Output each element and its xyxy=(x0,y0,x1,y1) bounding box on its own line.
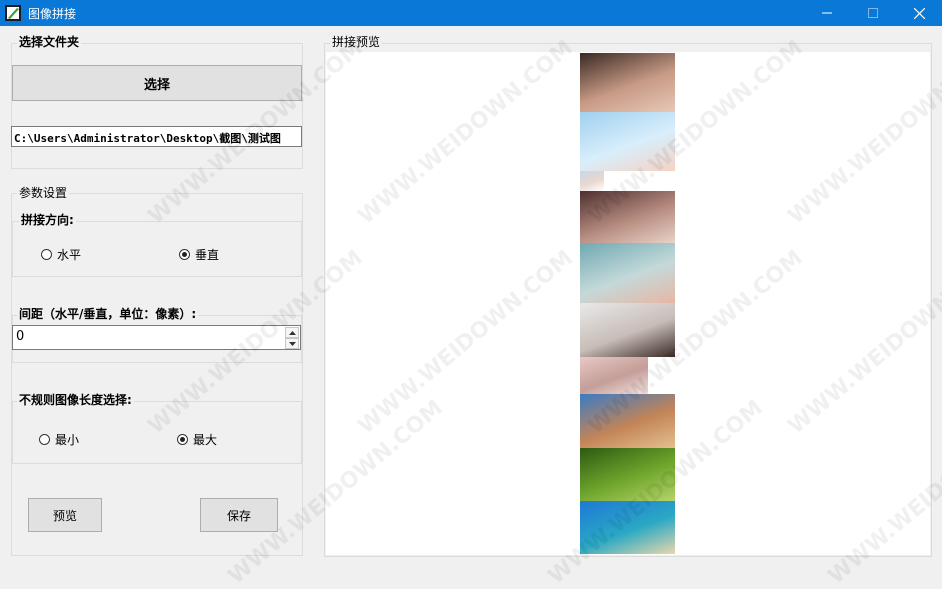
radio-max-circle xyxy=(177,434,188,445)
params-group-label: 参数设置 xyxy=(17,186,70,200)
spacing-label: 间距（水平/垂直，单位：像素）: xyxy=(17,307,199,321)
spacing-value: 0 xyxy=(16,329,25,344)
close-icon xyxy=(913,7,925,19)
spin-up-button[interactable] xyxy=(285,327,299,338)
radio-max-label: 最大 xyxy=(193,433,218,447)
radio-vertical-circle xyxy=(179,249,190,260)
preview-image-desert-rock xyxy=(580,394,675,448)
radio-min-label: 最小 xyxy=(55,433,80,447)
direction-label: 拼接方向: xyxy=(19,213,76,227)
preview-image-girl-pink-bg xyxy=(580,357,648,394)
radio-vertical[interactable]: 垂直 xyxy=(179,246,219,263)
spin-down-button[interactable] xyxy=(285,338,299,349)
radio-vertical-label: 垂直 xyxy=(195,248,220,262)
preview-image-girl-lying-sofa xyxy=(580,191,675,243)
preview-image-portrait-girl-hand xyxy=(580,53,675,112)
folder-path-field[interactable]: C:\Users\Administrator\Desktop\截图\测试图 xyxy=(11,126,302,147)
title-bar: 图像拼接 xyxy=(0,0,942,26)
preview-image-girl-pool xyxy=(580,243,675,303)
preview-canvas xyxy=(326,52,930,555)
preview-button[interactable]: 预览 xyxy=(28,498,102,532)
preview-image-green-forest xyxy=(580,448,675,501)
maximize-button[interactable] xyxy=(850,0,896,26)
spacing-stepper[interactable]: 0 xyxy=(12,325,301,350)
preview-image-small-thumbnail xyxy=(580,171,604,191)
spin-down-icon xyxy=(288,341,296,346)
select-folder-button[interactable]: 选择 xyxy=(12,65,302,101)
radio-horizontal-label: 水平 xyxy=(57,248,82,262)
app-icon xyxy=(5,5,21,21)
spacing-stepper-buttons xyxy=(285,327,299,349)
maximize-icon xyxy=(868,8,878,18)
radio-horizontal[interactable]: 水平 xyxy=(41,246,81,263)
radio-max[interactable]: 最大 xyxy=(177,431,217,448)
folder-group-label: 选择文件夹 xyxy=(17,35,82,49)
radio-horizontal-circle xyxy=(41,249,52,260)
close-button[interactable] xyxy=(896,0,942,26)
spin-up-icon xyxy=(288,330,296,335)
save-button[interactable]: 保存 xyxy=(200,498,278,532)
preview-image-girl-white-bed xyxy=(580,303,675,357)
radio-min[interactable]: 最小 xyxy=(39,431,79,448)
minimize-icon xyxy=(822,12,832,14)
folder-group xyxy=(11,43,303,169)
radio-min-circle xyxy=(39,434,50,445)
window-title: 图像拼接 xyxy=(28,7,77,21)
preview-image-tropical-beach xyxy=(580,501,675,554)
irregular-label: 不规则图像长度选择: xyxy=(17,393,134,407)
minimize-button[interactable] xyxy=(804,0,850,26)
preview-image-girl-blue-dress xyxy=(580,112,675,171)
preview-group-label: 拼接预览 xyxy=(330,35,383,49)
